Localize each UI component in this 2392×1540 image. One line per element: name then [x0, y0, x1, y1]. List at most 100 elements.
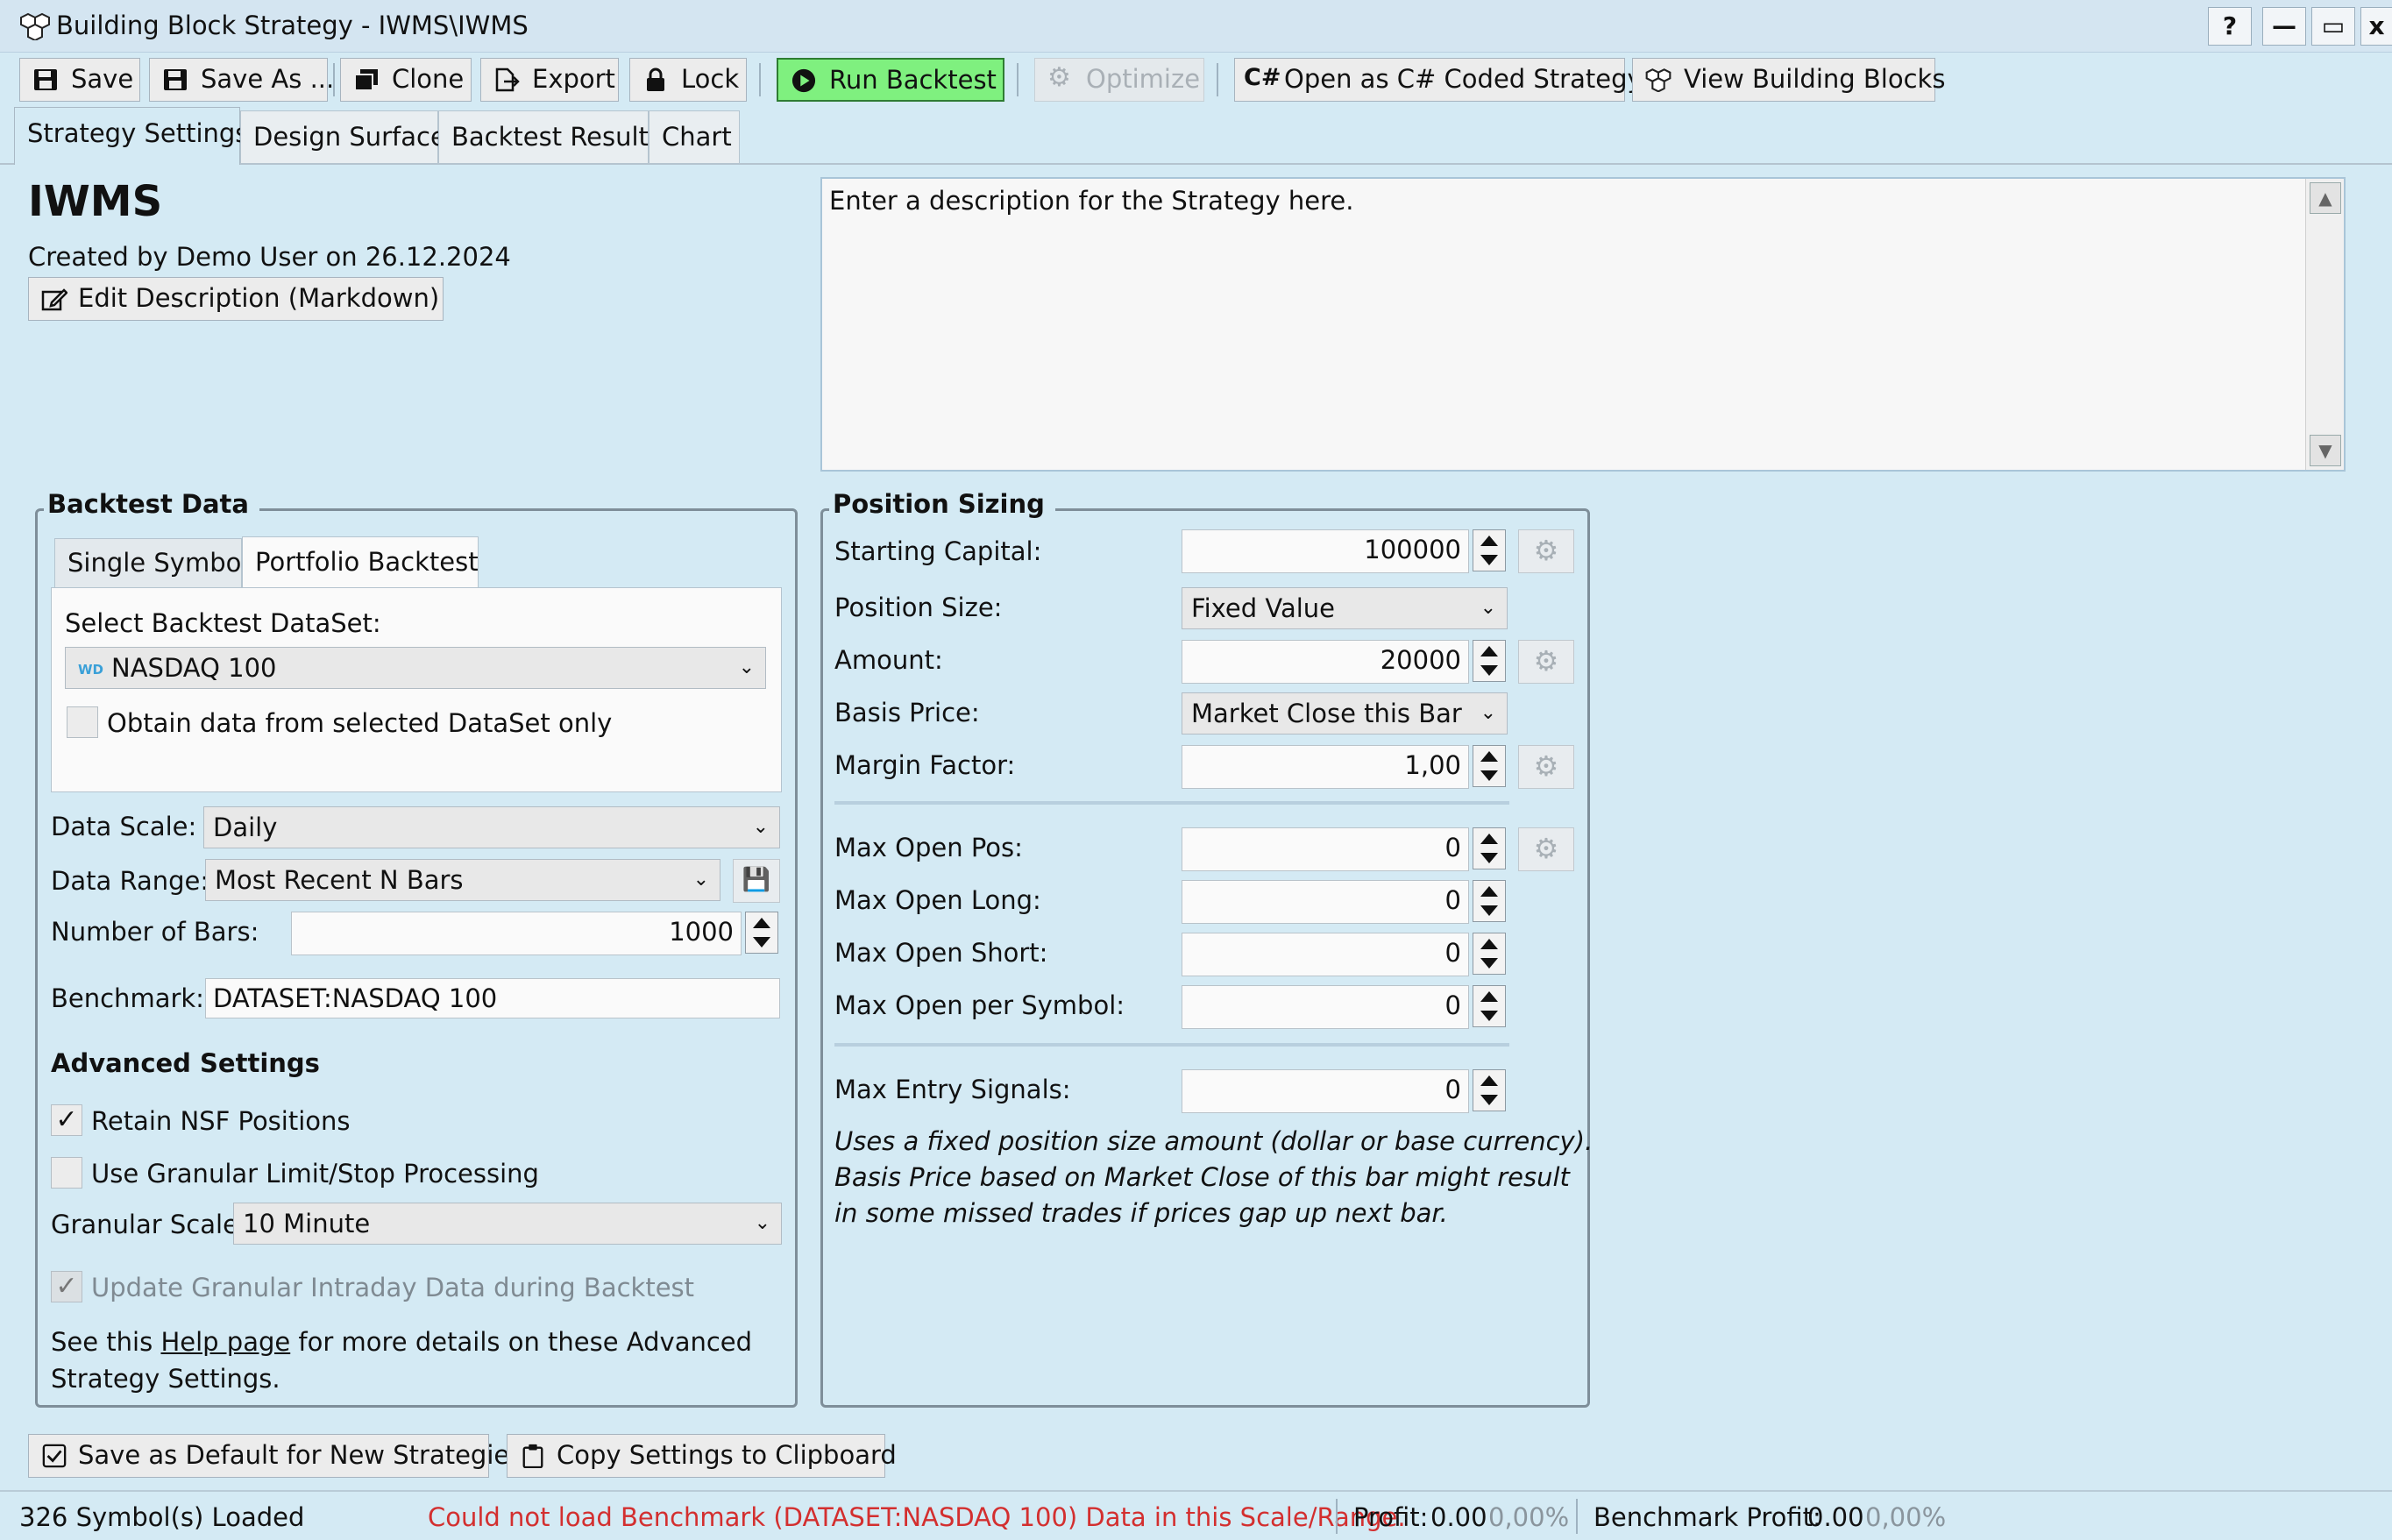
position-size-note-line1: Uses a fixed position size amount (dolla… — [834, 1126, 1593, 1156]
select-dataset-label: Select Backtest DataSet: — [65, 608, 381, 638]
basis-price-select[interactable]: Market Close this Bar ⌄ — [1182, 692, 1508, 735]
run-backtest-button[interactable]: Run Backtest — [777, 58, 1004, 102]
subtab-single-symbol[interactable]: Single Symbol — [54, 538, 248, 587]
save-range-icon[interactable]: 💾 — [733, 859, 780, 903]
building-blocks-icon — [20, 12, 50, 40]
max-open-symbol-stepper[interactable] — [1473, 985, 1506, 1027]
toolbar: Save Save As ... Clone Export Lock Run B… — [0, 53, 2392, 107]
chevron-down-icon: ⌄ — [1480, 597, 1496, 619]
checkbox-icon — [42, 1444, 67, 1468]
tab-backtest-results[interactable]: Backtest Results — [438, 110, 662, 163]
data-range-select[interactable]: Most Recent N Bars ⌄ — [205, 859, 720, 901]
csharp-icon: C# — [1244, 64, 1281, 91]
clone-icon — [354, 69, 378, 91]
data-scale-select[interactable]: Daily ⌄ — [203, 806, 780, 848]
description-text: Enter a description for the Strategy her… — [829, 186, 1354, 216]
profit-label: Profit: — [1353, 1502, 1429, 1532]
symbols-loaded-text: 326 Symbol(s) Loaded — [19, 1502, 305, 1532]
benchmark-profit-percent: 0,00% — [1865, 1502, 1947, 1532]
max-open-long-input[interactable]: 0 — [1182, 880, 1469, 924]
position-size-note-line2: Basis Price based on Market Close of thi… — [834, 1162, 1570, 1192]
benchmark-input[interactable]: DATASET:NASDAQ 100 — [205, 978, 780, 1018]
copy-settings-button[interactable]: Copy Settings to Clipboard — [507, 1434, 897, 1478]
dataset-badge-icon: WD — [78, 662, 103, 678]
starting-capital-gear-icon[interactable]: ⚙ — [1518, 529, 1574, 573]
max-entry-signals-stepper[interactable] — [1473, 1069, 1506, 1111]
benchmark-profit-value: 0.00 — [1807, 1502, 1864, 1532]
max-open-short-stepper[interactable] — [1473, 933, 1506, 975]
open-csharp-button[interactable]: C# Open as C# Coded Strategy — [1234, 58, 1643, 102]
status-bar: 326 Symbol(s) Loaded Could not load Benc… — [0, 1490, 2392, 1540]
toolbar-separator — [1217, 63, 1218, 96]
maximize-button[interactable]: ▭ — [2311, 7, 2355, 46]
number-of-bars-stepper[interactable] — [745, 912, 778, 954]
help-page-link[interactable]: Help page — [160, 1327, 290, 1357]
max-open-short-input[interactable]: 0 — [1182, 933, 1469, 976]
subtab-portfolio-backtest[interactable]: Portfolio Backtest — [242, 536, 479, 589]
retain-nsf-label: Retain NSF Positions — [91, 1106, 351, 1136]
description-scrollbar[interactable]: ▲ ▼ — [2305, 179, 2344, 470]
tab-strategy-settings[interactable]: Strategy Settings — [14, 107, 248, 165]
amount-stepper[interactable] — [1473, 640, 1506, 682]
edit-description-button[interactable]: Edit Description (Markdown) — [28, 277, 444, 321]
granular-limit-label: Use Granular Limit/Stop Processing — [91, 1159, 539, 1189]
tab-chart[interactable]: Chart — [649, 110, 740, 163]
save-as-button[interactable]: Save As ... — [149, 58, 334, 102]
play-icon — [791, 68, 816, 93]
tab-design-surface[interactable]: Design Surface — [240, 110, 446, 163]
starting-capital-label: Starting Capital: — [834, 536, 1042, 566]
max-open-long-label: Max Open Long: — [834, 885, 1041, 915]
margin-factor-input[interactable]: 1,00 — [1182, 745, 1469, 789]
data-scale-label: Data Scale: — [51, 812, 197, 841]
help-text-line2: Strategy Settings. — [51, 1364, 280, 1394]
close-button[interactable]: x — [2360, 7, 2392, 46]
amount-label: Amount: — [834, 645, 943, 675]
max-open-long-stepper[interactable] — [1473, 880, 1506, 922]
max-open-pos-label: Max Open Pos: — [834, 833, 1023, 862]
help-button[interactable]: ? — [2208, 7, 2252, 46]
max-entry-signals-input[interactable]: 0 — [1182, 1069, 1469, 1113]
granular-scale-select[interactable]: 10 Minute ⌄ — [233, 1203, 782, 1245]
floppy-disk-icon — [164, 69, 187, 90]
floppy-disk-icon — [34, 69, 57, 90]
retain-nsf-checkbox[interactable]: ✓ — [51, 1104, 82, 1136]
export-button[interactable]: Export — [480, 58, 619, 102]
save-default-button[interactable]: Save as Default for New Strategies — [28, 1434, 522, 1478]
clone-button[interactable]: Clone — [340, 58, 472, 102]
position-size-select[interactable]: Fixed Value ⌄ — [1182, 587, 1508, 629]
margin-factor-stepper[interactable] — [1473, 745, 1506, 787]
number-of-bars-input[interactable]: 1000 — [291, 912, 742, 955]
starting-capital-stepper[interactable] — [1473, 529, 1506, 571]
lock-button[interactable]: Lock — [629, 58, 747, 102]
lock-icon — [647, 67, 664, 91]
basis-price-label: Basis Price: — [834, 698, 980, 727]
amount-input[interactable]: 20000 — [1182, 640, 1469, 684]
margin-factor-gear-icon[interactable]: ⚙ — [1518, 745, 1574, 789]
max-open-pos-stepper[interactable] — [1473, 827, 1506, 869]
view-building-blocks-button[interactable]: View Building Blocks — [1632, 58, 1945, 102]
description-box[interactable]: Enter a description for the Strategy her… — [820, 177, 2346, 472]
max-open-short-label: Max Open Short: — [834, 938, 1048, 968]
starting-capital-input[interactable]: 100000 — [1182, 529, 1469, 573]
gears-icon: ⚙ — [1047, 62, 1071, 93]
max-open-pos-gear-icon[interactable]: ⚙ — [1518, 827, 1574, 871]
save-button[interactable]: Save — [19, 58, 140, 102]
scroll-up-icon[interactable]: ▲ — [2310, 182, 2341, 214]
toolbar-separator — [333, 63, 335, 96]
optimize-button[interactable]: ⚙ Optimize — [1034, 58, 1204, 102]
status-separator — [1576, 1499, 1578, 1534]
update-granular-checkbox[interactable]: ✓ — [51, 1271, 82, 1302]
benchmark-error-text: Could not load Benchmark (DATASET:NASDAQ… — [428, 1502, 1406, 1532]
chevron-down-icon: ⌄ — [754, 1212, 770, 1234]
max-open-symbol-label: Max Open per Symbol: — [834, 990, 1125, 1020]
granular-scale-label: Granular Scale — [51, 1210, 238, 1239]
max-open-symbol-input[interactable]: 0 — [1182, 985, 1469, 1029]
max-open-pos-input[interactable]: 0 — [1182, 827, 1469, 871]
minimize-button[interactable]: — — [2262, 7, 2306, 46]
granular-limit-checkbox[interactable] — [51, 1157, 82, 1189]
chevron-down-icon: ⌄ — [1480, 702, 1496, 724]
scroll-down-icon[interactable]: ▼ — [2310, 435, 2341, 466]
dataset-select[interactable]: WD NASDAQ 100 ⌄ — [65, 647, 766, 689]
obtain-only-checkbox[interactable] — [67, 706, 98, 738]
amount-gear-icon[interactable]: ⚙ — [1518, 640, 1574, 684]
